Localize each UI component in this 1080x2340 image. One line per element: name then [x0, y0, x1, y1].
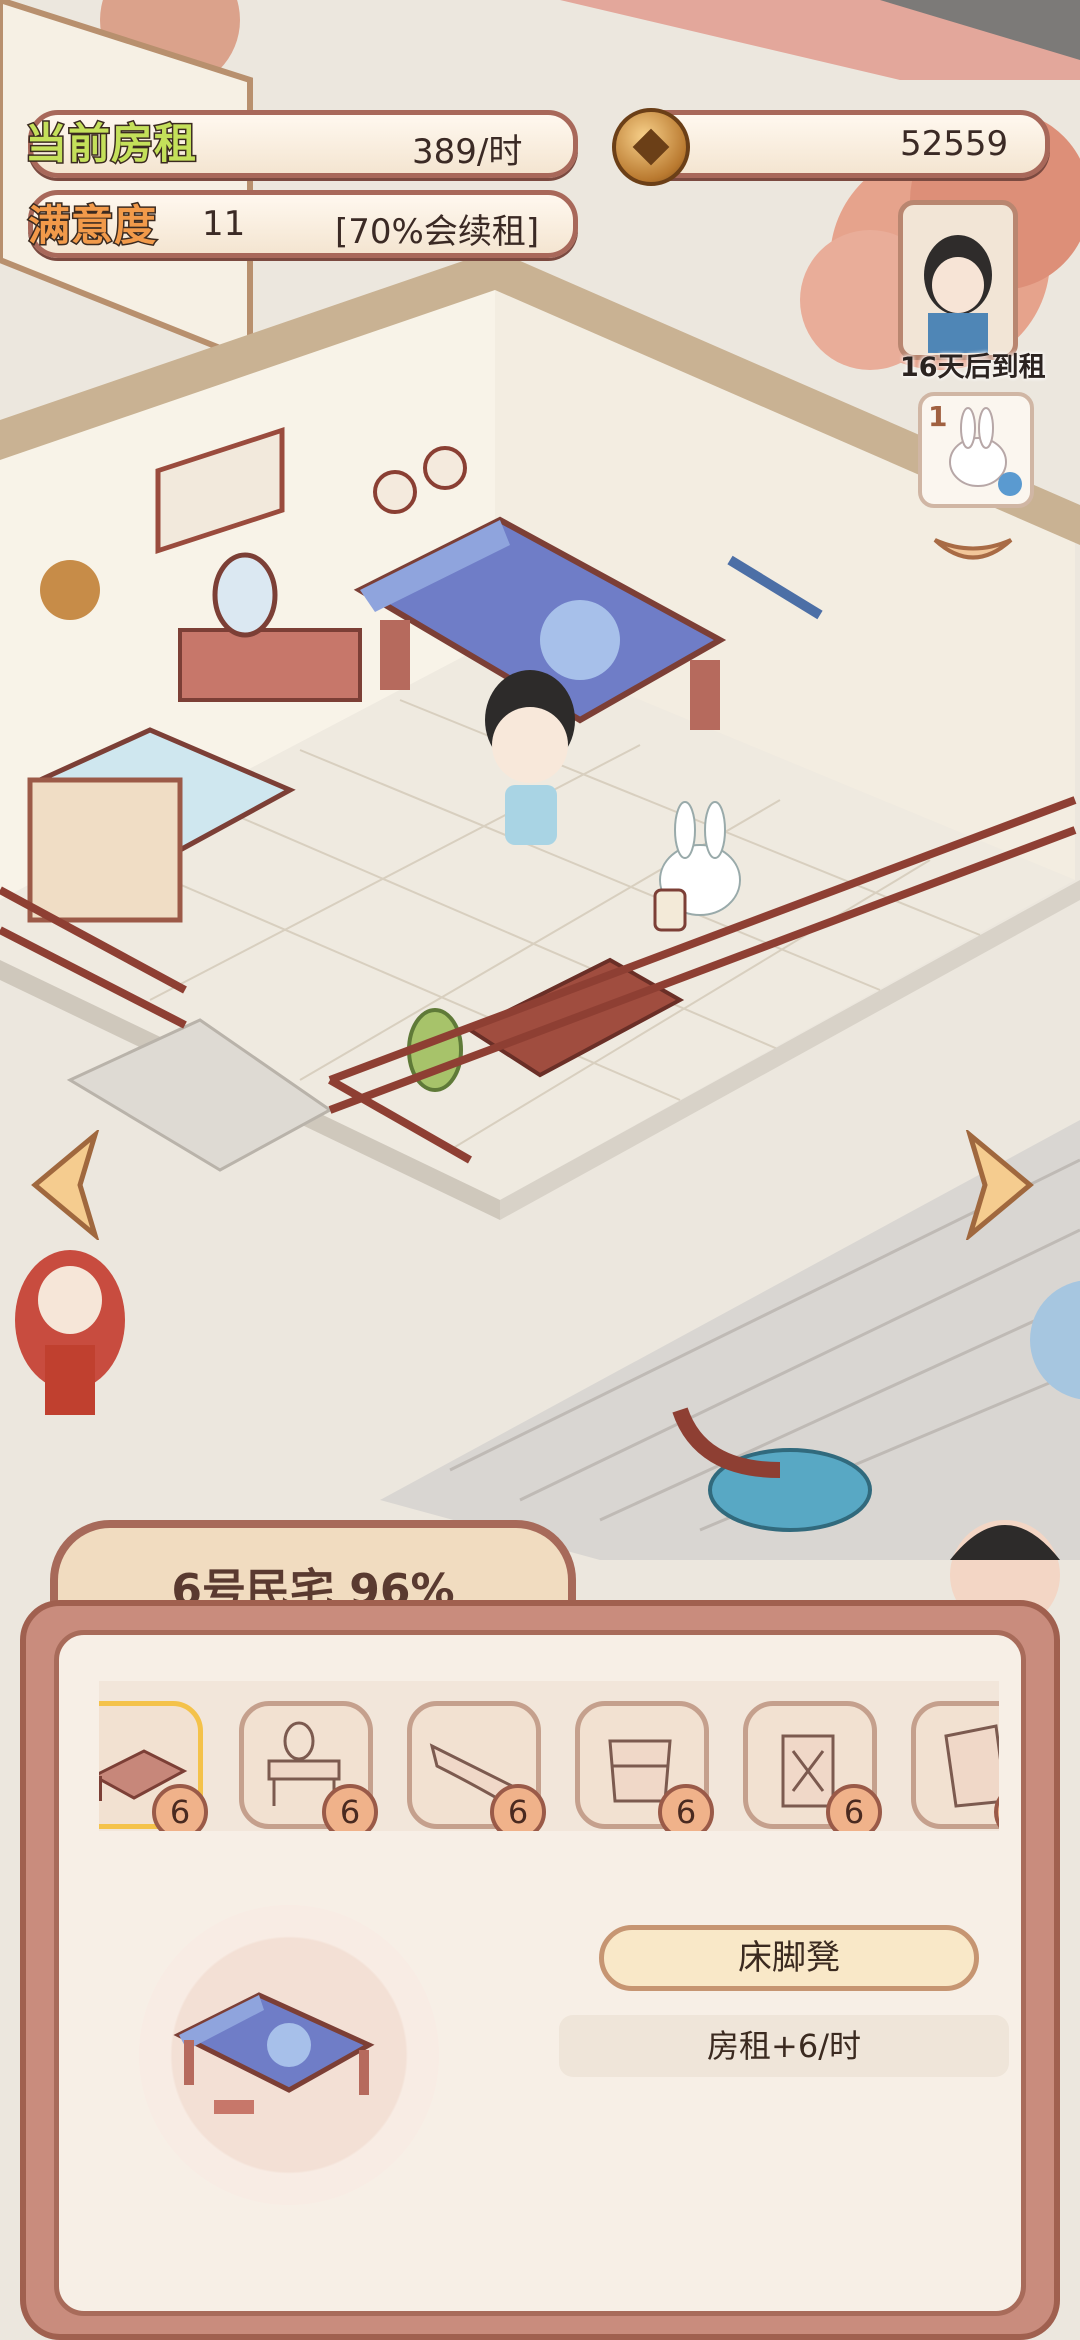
screen-icon: [944, 1724, 999, 1808]
next-tenant-avatar[interactable]: [898, 200, 1018, 360]
slot-count: 6: [490, 1784, 546, 1831]
slot-count: 6: [322, 1784, 378, 1831]
rent-label: 当前房租: [23, 118, 198, 170]
furniture-slot-recliner[interactable]: 6: [407, 1701, 546, 1831]
coin-icon: [612, 108, 690, 186]
pet-list-expand-icon[interactable]: [930, 535, 1016, 575]
furniture-slot-screen[interactable]: 2: [911, 1701, 999, 1831]
tenant-portrait-icon: [924, 235, 992, 353]
item-preview: [139, 1905, 439, 2205]
slot-count: 6: [826, 1784, 882, 1831]
pet-count-badge: 1: [928, 400, 948, 433]
item-effect-text: 房租+6/时: [707, 2027, 861, 2065]
furniture-slot-stool[interactable]: 6: [743, 1701, 882, 1831]
prev-room-arrow-icon[interactable]: [25, 1127, 105, 1243]
bed-preview-icon: [173, 1992, 375, 2114]
slot-count: 6: [658, 1784, 714, 1831]
furniture-panel-inner: 6 6 6 6 6 床脚凳 房租+6/时: [54, 1630, 1026, 2316]
item-effect: 房租+6/时: [559, 2015, 1009, 2077]
satisfaction-value: 11: [202, 204, 246, 244]
furniture-slot-bed[interactable]: 6: [99, 1701, 208, 1831]
furniture-panel: 6 6 6 6 6 床脚凳 房租+6/时: [20, 1600, 1060, 2340]
tenant-arrival-text: 16天后到租: [900, 352, 1046, 383]
satisfaction-label: 满意度: [26, 200, 158, 252]
item-name-pill: 床脚凳: [599, 1925, 979, 1991]
furniture-slot-dresser[interactable]: 6: [239, 1701, 378, 1831]
satisfaction-note: [70%会续租]: [335, 212, 540, 252]
next-room-arrow-icon[interactable]: [960, 1127, 1040, 1243]
furniture-item-strip[interactable]: 6 6 6 6 6: [99, 1681, 999, 1831]
furniture-slot-bathtub[interactable]: 6: [575, 1701, 714, 1831]
slot-count: 6: [152, 1784, 208, 1831]
rent-value: 389/时: [412, 132, 523, 172]
coins-value: 52559: [900, 124, 1009, 164]
pet-card[interactable]: 1: [918, 392, 1034, 508]
item-name: 床脚凳: [738, 1938, 840, 1978]
